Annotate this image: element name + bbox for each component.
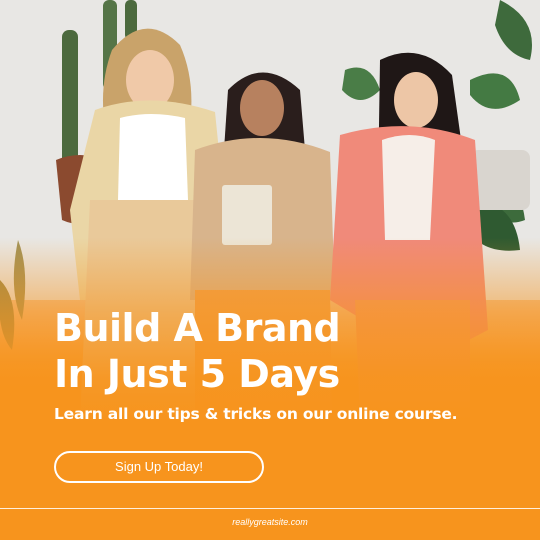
subheadline: Learn all our tips & tricks on our onlin… bbox=[54, 405, 458, 423]
headline-line-2: In Just 5 Days bbox=[54, 352, 340, 396]
website-link[interactable]: reallygreatsite.com bbox=[0, 517, 540, 527]
headline-line-1: Build A Brand bbox=[54, 306, 341, 350]
sign-up-button[interactable]: Sign Up Today! bbox=[54, 451, 264, 483]
headline: Build A Brand In Just 5 Days bbox=[54, 305, 494, 397]
footer-divider bbox=[0, 508, 540, 509]
flyer-canvas: Build A Brand In Just 5 Days Learn all o… bbox=[0, 0, 540, 540]
